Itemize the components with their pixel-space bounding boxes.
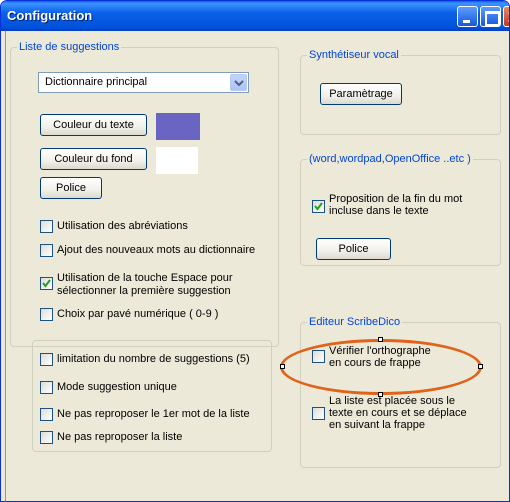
option-space-key-label-1: Utilisation de la touche Espace pour (57, 272, 233, 284)
option-word-completion-label-2: incluse dans le texte (329, 205, 429, 217)
option-no-first-word-label: Ne pas reproposer le 1er mot de la liste (57, 408, 250, 420)
external-apps-legend: (word,wordpad,OpenOffice ..etc ) (307, 153, 473, 165)
option-limit-suggestions-label: limitation du nombre de suggestions (5) (57, 353, 250, 365)
checkbox[interactable] (40, 308, 53, 321)
option-word-completion[interactable]: Proposition de la fin du mot incluse dan… (312, 193, 497, 219)
option-list-follows-typing[interactable]: La liste est placée sous le texte en cou… (312, 395, 497, 433)
checkbox[interactable] (40, 381, 53, 394)
option-numeric-keypad[interactable]: Choix par pavé numérique ( 0-9 ) (40, 308, 270, 321)
option-list-follows-label-1: La liste est placée sous le (329, 395, 455, 407)
option-limit-suggestions[interactable]: limitation du nombre de suggestions (5) (40, 353, 268, 366)
suggestions-font-button[interactable]: Police (40, 177, 102, 199)
ellipse-handle-right[interactable] (478, 364, 483, 369)
external-font-button[interactable]: Police (316, 238, 391, 260)
dictionary-select-value: Dictionnaire principal (45, 76, 148, 88)
editor-legend: Editeur ScribeDico (307, 316, 403, 328)
maximize-button[interactable] (480, 6, 501, 27)
close-button[interactable] (503, 6, 509, 27)
checkbox[interactable] (40, 220, 53, 233)
option-space-key-label-2: sélectionner la première suggestion (57, 285, 231, 297)
dictionary-select[interactable]: Dictionnaire principal (38, 72, 249, 93)
checkbox[interactable] (40, 277, 53, 290)
option-space-key[interactable]: Utilisation de la touche Espace pour sél… (40, 272, 270, 298)
option-add-new-words[interactable]: Ajout des nouveaux mots au dictionnaire (40, 244, 270, 257)
ellipse-handle-bottom[interactable] (378, 392, 383, 397)
window-title: Configuration (7, 8, 93, 23)
chevron-down-icon[interactable] (230, 74, 247, 91)
option-add-new-words-label: Ajout des nouveaux mots au dictionnaire (57, 244, 256, 256)
suggestions-legend: Liste de suggestions (17, 41, 122, 53)
checkbox[interactable] (312, 407, 325, 420)
synth-settings-button[interactable]: Paramètrage (320, 83, 402, 105)
background-color-button[interactable]: Couleur du fond (40, 148, 147, 170)
option-list-follows-label-3: en suivant la frappe (329, 419, 426, 431)
option-numeric-keypad-label: Choix par pavé numérique ( 0-9 ) (57, 308, 219, 320)
ellipse-handle-top[interactable] (378, 337, 383, 342)
option-no-first-word[interactable]: Ne pas reproposer le 1er mot de la liste (40, 408, 268, 421)
option-single-suggestion-label: Mode suggestion unique (57, 381, 177, 393)
checkbox[interactable] (312, 200, 325, 213)
option-no-list-label: Ne pas reproposer la liste (57, 431, 183, 443)
option-list-follows-label-2: texte en cours et se déplace (329, 407, 467, 419)
background-color-swatch[interactable] (156, 147, 198, 174)
title-bar[interactable]: Configuration (1, 1, 509, 31)
configuration-window: Configuration Liste de suggestions Dicti… (0, 0, 510, 502)
text-color-swatch[interactable] (156, 113, 200, 140)
option-abbreviations[interactable]: Utilisation des abréviations (40, 220, 270, 233)
checkbox[interactable] (40, 244, 53, 257)
checkbox[interactable] (40, 431, 53, 444)
minimize-button[interactable] (457, 6, 478, 27)
text-color-button[interactable]: Couleur du texte (40, 114, 147, 136)
checkbox[interactable] (40, 408, 53, 421)
synth-legend: Synthétiseur vocal (307, 49, 401, 61)
dialog-content: Liste de suggestions Dictionnaire princi… (5, 31, 507, 501)
option-abbreviations-label: Utilisation des abréviations (57, 220, 188, 232)
checkbox[interactable] (40, 353, 53, 366)
ellipse-handle-left[interactable] (280, 364, 285, 369)
option-word-completion-label-1: Proposition de la fin du mot (329, 193, 463, 205)
option-no-list[interactable]: Ne pas reproposer la liste (40, 431, 268, 444)
highlight-ellipse (280, 339, 482, 395)
option-single-suggestion[interactable]: Mode suggestion unique (40, 381, 268, 394)
